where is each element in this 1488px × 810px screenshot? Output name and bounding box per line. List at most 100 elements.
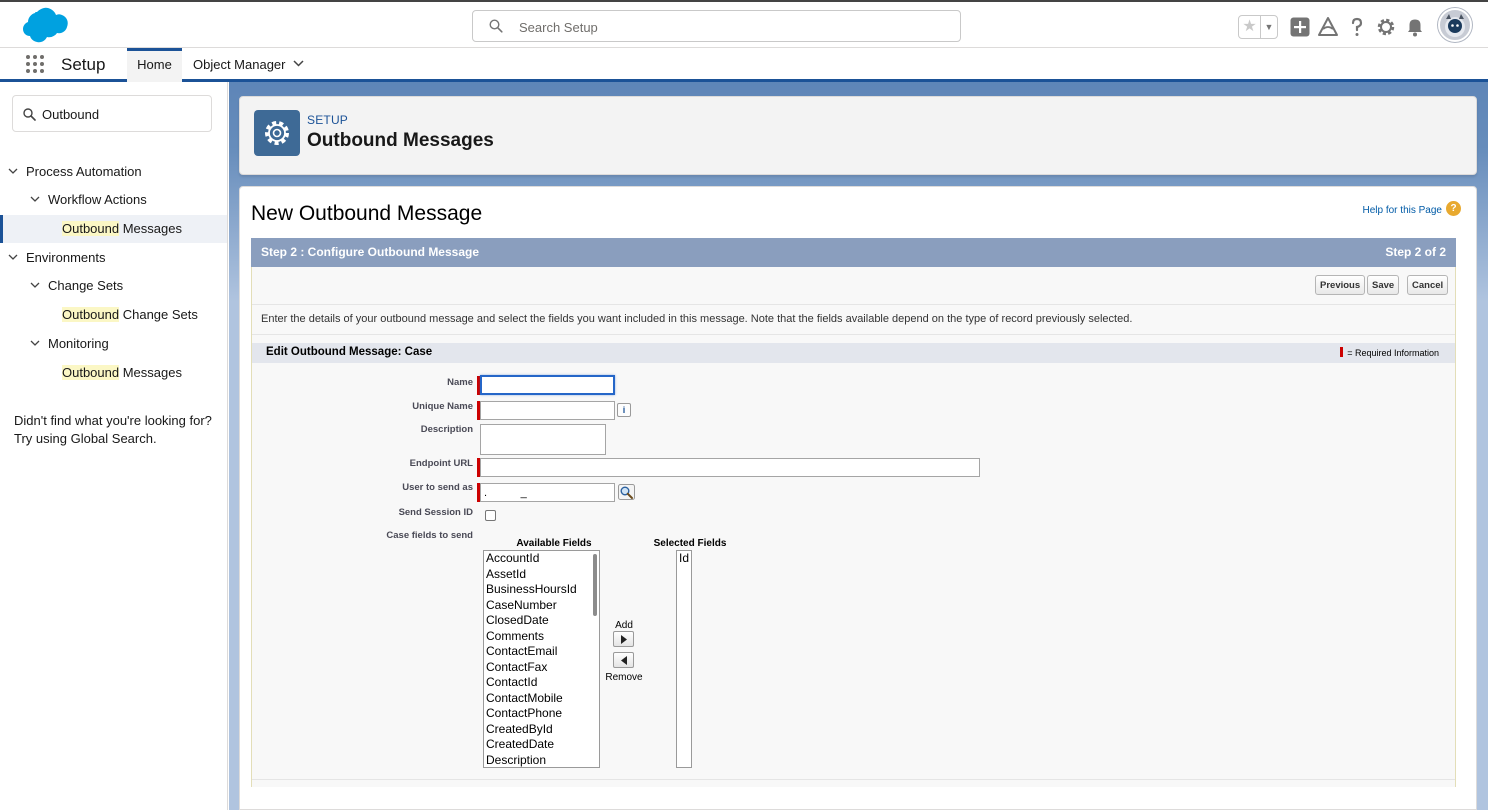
context-nav-bar: Setup Home Object Manager [0, 48, 1488, 82]
tree-item-environments[interactable]: Environments [0, 244, 227, 272]
help-for-page-link[interactable]: Help for this Page [1363, 205, 1443, 216]
search-icon [23, 108, 36, 121]
favorites-group: ★ ▼ [1238, 15, 1278, 39]
field-option[interactable]: AccountId [486, 551, 539, 565]
salesforce-cloud-logo[interactable] [14, 6, 70, 46]
field-option[interactable]: ContactMobile [486, 691, 563, 705]
endpoint-url-field[interactable] [480, 458, 980, 477]
chevron-down-icon[interactable] [30, 282, 40, 289]
form-heading: New Outbound Message [251, 202, 483, 225]
tree-item-monitoring[interactable]: Monitoring [0, 330, 227, 358]
lookup-icon[interactable] [618, 484, 635, 500]
remove-button[interactable] [613, 652, 634, 668]
global-search-input[interactable] [519, 17, 939, 37]
chevron-down-icon[interactable] [30, 340, 40, 347]
info-icon[interactable]: i [617, 403, 631, 417]
chevron-down-icon[interactable] [8, 168, 18, 175]
tree-label: Workflow Actions [48, 192, 147, 207]
cancel-button[interactable]: Cancel [1407, 275, 1449, 295]
name-label: Name [447, 377, 473, 388]
search-highlight: Outbound [62, 365, 120, 380]
required-info-legend: = Required Information [1340, 347, 1439, 358]
global-header: ★ ▼ [0, 0, 1488, 48]
field-option[interactable]: CreatedById [486, 722, 553, 736]
selected-fields-list[interactable]: Id [676, 550, 692, 768]
gear-icon[interactable] [1375, 16, 1397, 38]
save-button[interactable]: Save [1367, 275, 1400, 295]
field-option[interactable]: Comments [486, 629, 544, 643]
chevron-down-icon[interactable] [293, 60, 304, 67]
global-search[interactable] [472, 10, 961, 42]
field-option[interactable]: Id [679, 551, 689, 565]
main-area: SETUP Outbound Messages New Outbound Mes… [229, 82, 1488, 810]
field-option[interactable]: ClosedDate [486, 613, 549, 627]
setup-gear-icon [254, 110, 300, 156]
field-option[interactable]: CaseNumber [486, 598, 557, 612]
field-option[interactable]: BusinessHoursId [486, 582, 577, 596]
name-field[interactable] [480, 375, 615, 395]
tree-item-workflow-actions[interactable]: Workflow Actions [0, 186, 227, 214]
section-title: Edit Outbound Message: Case [266, 346, 433, 358]
help-icon[interactable]: ? [1446, 201, 1461, 216]
arrow-left-icon [621, 656, 627, 665]
tree-item-outbound-change-sets[interactable]: Outbound Change Sets [0, 301, 227, 329]
scrollbar[interactable] [593, 554, 597, 616]
star-icon[interactable]: ★ [1239, 16, 1260, 38]
tree-label: Outbound Messages [62, 359, 182, 387]
field-option[interactable]: Description [486, 753, 546, 767]
setup-sidebar: Process Automation Workflow Actions Outb… [0, 82, 228, 810]
selected-fields-header: Selected Fields [653, 538, 727, 549]
tree-label: Change Sets [48, 278, 124, 293]
field-option[interactable]: AssetId [486, 567, 526, 581]
tree-item-change-sets[interactable]: Change Sets [0, 272, 227, 300]
search-highlight: Outbound [62, 307, 120, 322]
not-found-line-2: Try using Global Search. [14, 431, 157, 446]
plus-icon[interactable] [1289, 16, 1311, 38]
quick-find-box[interactable] [12, 95, 212, 132]
previous-button[interactable]: Previous [1315, 275, 1366, 295]
chevron-down-icon[interactable] [30, 196, 40, 203]
page-header: SETUP Outbound Messages [239, 96, 1477, 175]
step-count: Step 2 of 2 [1385, 245, 1446, 259]
tree-label-rest: Change Sets [119, 307, 198, 322]
bell-icon[interactable] [1404, 16, 1426, 38]
intro-text: Enter the details of your outbound messa… [261, 313, 1133, 325]
description-label: Description [420, 424, 473, 435]
available-fields-list[interactable]: AccountId AssetId BusinessHoursId CaseNumbe… [483, 550, 600, 768]
tab-home[interactable]: Home [127, 48, 182, 82]
button-row: Previous Save Cancel [252, 267, 1455, 305]
tree-label: Outbound Change Sets [62, 301, 198, 329]
field-option[interactable]: ContactPhone [486, 706, 562, 720]
form-panel: Previous Save Cancel Enter the details o… [251, 267, 1456, 787]
user-avatar[interactable] [1438, 8, 1472, 42]
add-button[interactable] [613, 631, 634, 647]
field-option[interactable]: CreatedDate [486, 737, 554, 751]
tree-item-outbound-messages-monitoring[interactable]: Outbound Messages [0, 359, 227, 387]
tree-item-outbound-messages-workflow[interactable]: Outbound Messages [0, 215, 227, 243]
app-name: Setup [61, 55, 106, 74]
description-textarea[interactable] [480, 424, 606, 455]
field-option[interactable]: ContactId [486, 675, 537, 689]
tab-object-manager[interactable]: Object Manager [183, 48, 308, 82]
quick-find-input[interactable] [42, 105, 202, 123]
field-option[interactable]: ContactEmail [486, 644, 557, 658]
not-found-line-1: Didn't find what you're looking for? [14, 413, 212, 428]
page-title: Outbound Messages [307, 130, 494, 151]
help-icon[interactable] [1346, 16, 1368, 38]
endpoint-url-label: Endpoint URL [409, 458, 473, 469]
field-option[interactable]: ContactFax [486, 660, 547, 674]
page-breadcrumb: SETUP [307, 113, 349, 127]
unique-name-field[interactable] [480, 401, 615, 420]
tree-label: Outbound Messages [62, 215, 182, 243]
step-bar: Step 2 : Configure Outbound Message Step… [251, 238, 1456, 267]
user-to-send-as-field[interactable] [480, 483, 615, 502]
tree-item-process-automation[interactable]: Process Automation [0, 158, 227, 186]
chevron-down-icon[interactable] [8, 254, 18, 261]
send-session-id-checkbox[interactable] [485, 510, 496, 521]
remove-label: Remove [605, 672, 643, 683]
tree-label-rest: Messages [119, 365, 182, 380]
divider [252, 334, 1455, 335]
favorites-dropdown-icon[interactable]: ▼ [1260, 16, 1277, 38]
app-launcher-icon[interactable] [26, 55, 46, 75]
trailhead-icon[interactable] [1317, 16, 1339, 38]
